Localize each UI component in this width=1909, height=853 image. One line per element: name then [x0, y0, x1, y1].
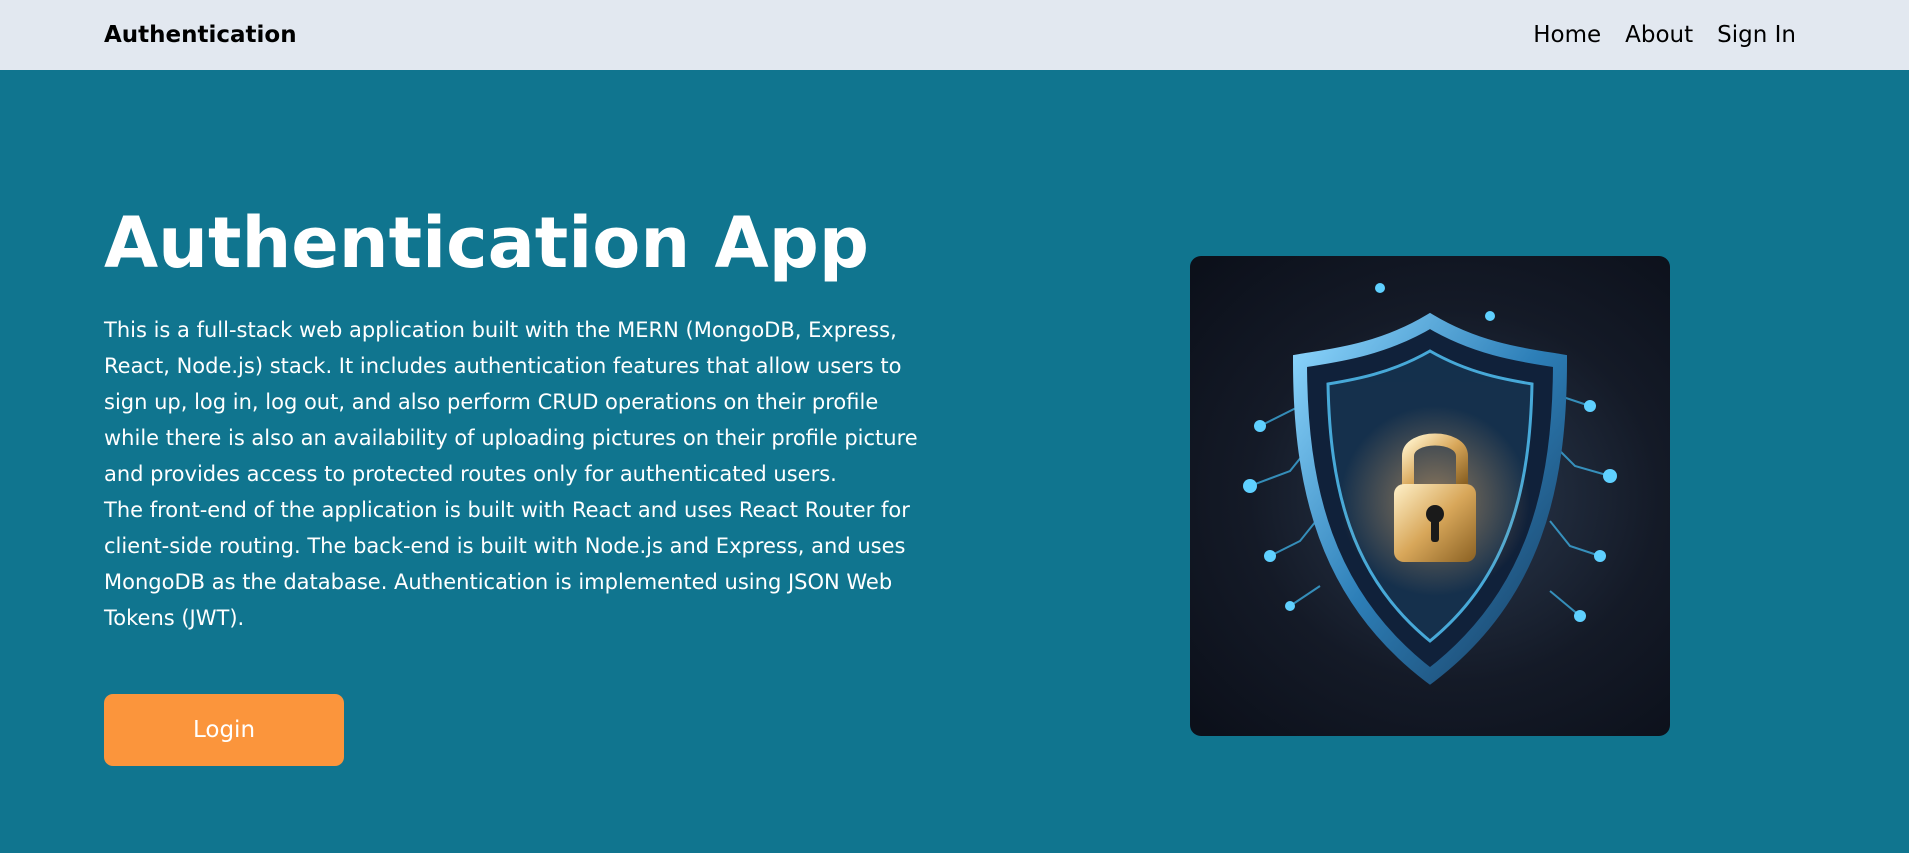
hero-paragraph-1: This is a full-stack web application bui…: [104, 318, 918, 486]
nav-home-link[interactable]: Home: [1533, 20, 1601, 50]
hero-title: Authentication App: [104, 202, 869, 284]
hero-paragraph-2: The front-end of the application is buil…: [104, 498, 910, 630]
nav-about-link[interactable]: About: [1625, 20, 1693, 50]
brand-logo[interactable]: Authentication: [104, 20, 297, 50]
nav-sign-in-link[interactable]: Sign In: [1717, 20, 1796, 50]
navbar: Authentication Home About Sign In: [0, 0, 1909, 70]
security-shield-image: [1190, 256, 1670, 736]
hero-description: This is a full-stack web application bui…: [104, 312, 934, 636]
login-button[interactable]: Login: [104, 694, 344, 766]
shield-padlock-icon: [1243, 283, 1617, 685]
nav-links: Home About Sign In: [1533, 20, 1796, 50]
